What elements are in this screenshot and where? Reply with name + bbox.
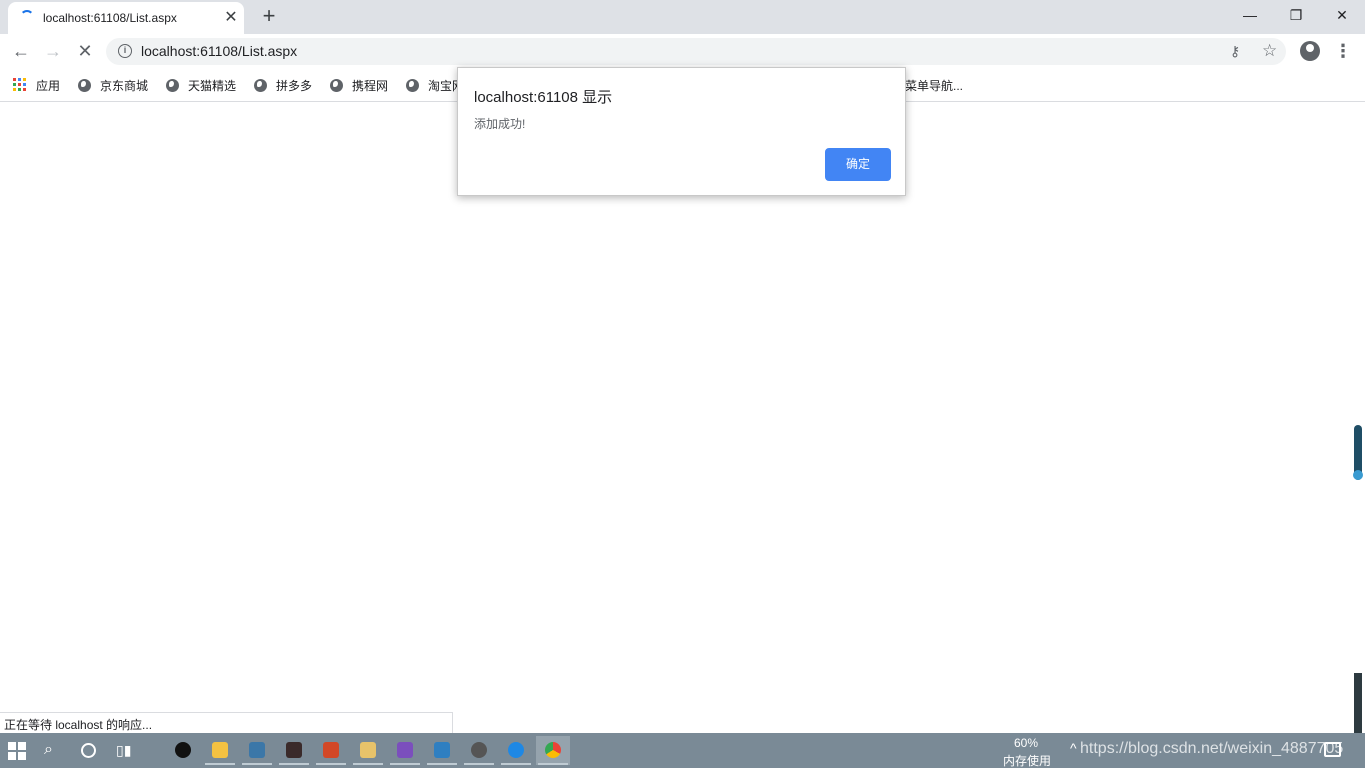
bookmark-taobao[interactable]: 淘宝网 xyxy=(406,77,464,93)
remote-desktop-icon[interactable] xyxy=(425,736,459,765)
globe-icon xyxy=(330,79,343,92)
watermark-url: https://blog.csdn.net/weixin_4887705 xyxy=(1080,740,1344,757)
loading-spinner-icon xyxy=(20,10,34,24)
globe-icon xyxy=(254,79,267,92)
powerpoint-icon[interactable] xyxy=(314,736,348,765)
windows-taskbar: ⌕ ▯▮ 60% 内存使用 ^ https://blog.csdn.net/we… xyxy=(0,733,1365,768)
cortana-icon[interactable] xyxy=(81,743,96,758)
bookmark-jd[interactable]: 京东商城 xyxy=(78,77,148,93)
site-info-icon[interactable]: i xyxy=(118,44,132,58)
dialog-message: 添加成功! xyxy=(474,117,526,131)
media-icon[interactable] xyxy=(462,736,496,765)
close-window-button[interactable]: ✕ xyxy=(1319,0,1365,30)
browser-toolbar: ← → ✕ i localhost:61108/List.aspx ⚷ ☆ ⋮ xyxy=(0,34,1365,68)
tray-expand-icon[interactable]: ^ xyxy=(1070,740,1077,760)
tab-title: localhost:61108/List.aspx xyxy=(43,11,177,25)
key-icon[interactable]: ⚷ xyxy=(1230,43,1240,60)
bookmark-ctrip[interactable]: 携程网 xyxy=(330,77,388,93)
tab-strip: localhost:61108/List.aspx ✕ + — ❐ ✕ xyxy=(0,0,1365,34)
dialog-title: localhost:61108 显示 xyxy=(474,89,613,106)
apps-grid-icon xyxy=(13,78,27,92)
python-icon[interactable] xyxy=(240,736,274,765)
bookmark-label: 携程网 xyxy=(352,79,389,93)
file-explorer-icon[interactable] xyxy=(203,736,237,765)
search-icon[interactable]: ⌕ xyxy=(44,741,62,759)
browser-tab[interactable]: localhost:61108/List.aspx ✕ xyxy=(8,2,244,34)
stop-loading-button[interactable]: ✕ xyxy=(73,39,97,63)
profile-avatar-icon[interactable] xyxy=(1300,41,1320,61)
browser-menu-icon[interactable]: ⋮ xyxy=(1334,40,1352,62)
video-player-icon[interactable] xyxy=(277,736,311,765)
tab-close-icon[interactable]: ✕ xyxy=(222,9,240,27)
qq-icon[interactable] xyxy=(166,736,200,765)
visual-studio-icon[interactable] xyxy=(388,736,422,765)
bookmark-label: 拼多多 xyxy=(276,79,313,93)
url-text[interactable]: localhost:61108/List.aspx xyxy=(141,43,297,59)
globe-icon xyxy=(406,79,419,92)
bookmark-apps[interactable]: 应用 xyxy=(13,77,60,93)
task-view-icon[interactable]: ▯▮ xyxy=(116,742,133,759)
edge-icon[interactable] xyxy=(499,736,533,765)
side-scroll-strip xyxy=(1354,673,1362,733)
minimize-button[interactable]: — xyxy=(1227,0,1273,30)
restore-button[interactable]: ❐ xyxy=(1273,0,1319,30)
forward-button[interactable]: → xyxy=(41,39,65,63)
alert-dialog: localhost:61108 显示 添加成功! 确定 xyxy=(457,67,906,196)
bookmark-pinduoduo[interactable]: 拼多多 xyxy=(254,77,312,93)
status-bubble: 正在等待 localhost 的响应... xyxy=(0,712,453,733)
memory-label: 内存使用 xyxy=(1003,754,1052,768)
ok-button[interactable]: 确定 xyxy=(825,148,891,181)
new-tab-button[interactable]: + xyxy=(258,5,280,27)
bookmark-label: 天猫精选 xyxy=(188,79,237,93)
globe-icon xyxy=(78,79,91,92)
windows-start-icon[interactable] xyxy=(8,742,26,760)
bookmark-label: 应用 xyxy=(36,79,61,93)
bookmark-tmall[interactable]: 天猫精选 xyxy=(166,77,236,93)
bookmark-label: 京东商城 xyxy=(100,79,149,93)
bookmark-star-icon[interactable]: ☆ xyxy=(1262,41,1277,61)
scroll-handle[interactable] xyxy=(1353,425,1363,480)
memory-percent: 60% xyxy=(1014,736,1039,750)
back-button[interactable]: ← xyxy=(9,39,33,63)
address-bar[interactable]: i localhost:61108/List.aspx ⚷ ☆ xyxy=(106,38,1286,65)
globe-icon xyxy=(166,79,179,92)
notification-center-icon[interactable] xyxy=(1324,742,1341,757)
bookmark-menu-nav[interactable]: 菜单导航... xyxy=(905,77,963,93)
bookmark-label: 菜单导航... xyxy=(905,79,964,93)
chrome-icon[interactable] xyxy=(536,736,570,765)
paint-icon[interactable] xyxy=(351,736,385,765)
